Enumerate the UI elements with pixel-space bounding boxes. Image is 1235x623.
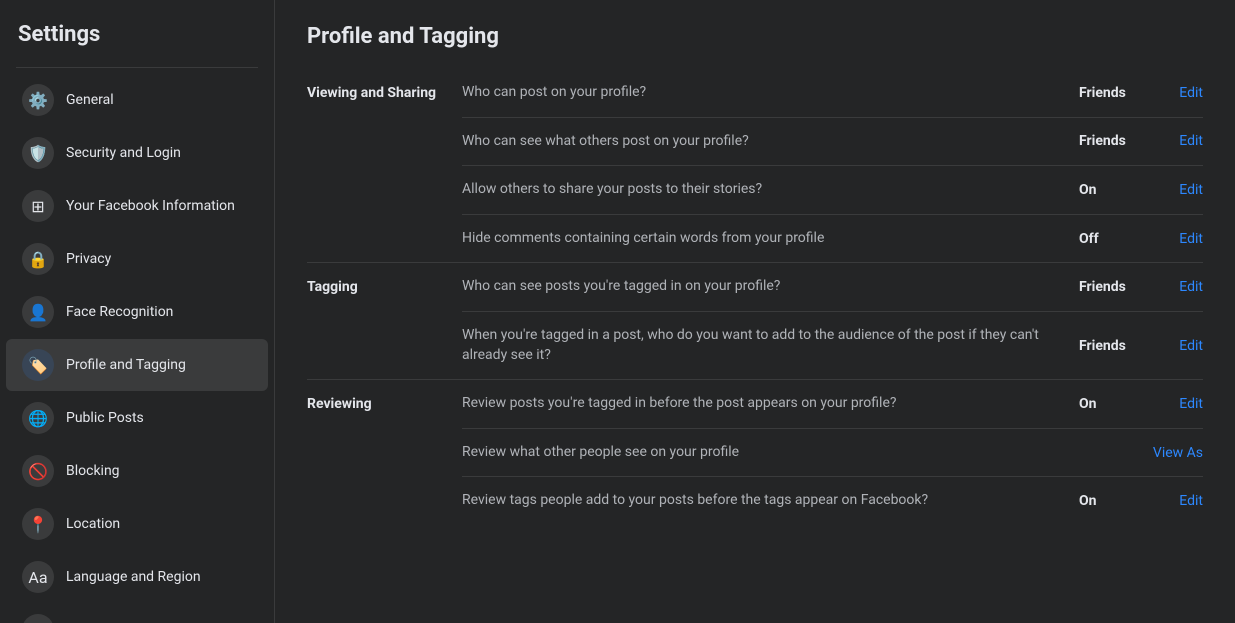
setting-action-edit[interactable]: Edit bbox=[1143, 493, 1203, 509]
setting-row: Who can post on your profile?FriendsEdit bbox=[462, 69, 1203, 117]
setting-description: Who can see posts you're tagged in on yo… bbox=[462, 277, 1063, 297]
section-tagging: TaggingWho can see posts you're tagged i… bbox=[307, 263, 1203, 380]
sidebar-item-facebook-info[interactable]: ⊞ Your Facebook Information bbox=[6, 180, 268, 232]
setting-action-edit[interactable]: Edit bbox=[1143, 279, 1203, 295]
location-icon: 📍 bbox=[22, 508, 54, 540]
sidebar-item-public-posts[interactable]: 🌐 Public Posts bbox=[6, 392, 268, 444]
blocking-icon: 🚫 bbox=[22, 455, 54, 487]
setting-value: On bbox=[1063, 493, 1143, 509]
facebook-info-icon: ⊞ bbox=[22, 190, 54, 222]
sidebar-item-general[interactable]: ⚙️ General bbox=[6, 74, 268, 126]
sidebar-item-security-login[interactable]: 🛡️ Security and Login bbox=[6, 127, 268, 179]
sidebar-item-stories[interactable]: 📖Stories bbox=[6, 604, 268, 623]
setting-row: Hide comments containing certain words f… bbox=[462, 214, 1203, 263]
section-viewing-sharing: Viewing and SharingWho can post on your … bbox=[307, 69, 1203, 263]
setting-row: Review posts you're tagged in before the… bbox=[462, 380, 1203, 428]
setting-value: Friends bbox=[1063, 85, 1143, 101]
setting-action-view-as[interactable]: View As bbox=[1137, 445, 1203, 461]
sidebar-item-face-recognition[interactable]: 👤 Face Recognition bbox=[6, 286, 268, 338]
setting-row: Who can see posts you're tagged in on yo… bbox=[462, 263, 1203, 311]
sidebar-item-label-public-posts: Public Posts bbox=[66, 410, 144, 426]
sidebar-divider bbox=[16, 67, 258, 68]
sidebar-item-label-facebook-info: Your Facebook Information bbox=[66, 198, 235, 214]
setting-value: Off bbox=[1063, 231, 1143, 247]
sidebar-item-privacy[interactable]: 🔒 Privacy bbox=[6, 233, 268, 285]
setting-row: Review what other people see on your pro… bbox=[462, 428, 1203, 477]
setting-value: Friends bbox=[1063, 338, 1143, 354]
general-icon: ⚙️ bbox=[22, 84, 54, 116]
sidebar-item-language-region[interactable]: Aa Language and Region bbox=[6, 551, 268, 603]
face-recognition-icon: 👤 bbox=[22, 296, 54, 328]
section-label-tagging: Tagging bbox=[307, 263, 462, 380]
setting-action-edit[interactable]: Edit bbox=[1143, 85, 1203, 101]
language-region-icon: Aa bbox=[22, 561, 54, 593]
setting-description: Allow others to share your posts to thei… bbox=[462, 180, 1063, 200]
setting-value: Friends bbox=[1063, 279, 1143, 295]
sidebar-item-label-face-recognition: Face Recognition bbox=[66, 304, 173, 320]
sidebar-item-profile-tagging[interactable]: 🏷️ Profile and Tagging bbox=[6, 339, 268, 391]
setting-value: On bbox=[1063, 182, 1143, 198]
sidebar-item-blocking[interactable]: 🚫 Blocking bbox=[6, 445, 268, 497]
setting-description: Who can see what others post on your pro… bbox=[462, 132, 1063, 152]
sidebar: Settings ⚙️ General 🛡️ Security and Login ⊞ Y… bbox=[0, 0, 275, 623]
main-content: Profile and Tagging Viewing and SharingW… bbox=[275, 0, 1235, 623]
page-heading: Profile and Tagging bbox=[307, 24, 1203, 49]
sidebar-title: Settings bbox=[0, 0, 274, 61]
sidebar-item-label-language-region: Language and Region bbox=[66, 569, 201, 585]
setting-action-edit[interactable]: Edit bbox=[1143, 338, 1203, 354]
setting-action-edit[interactable]: Edit bbox=[1143, 396, 1203, 412]
sidebar-item-label-profile-tagging: Profile and Tagging bbox=[66, 357, 186, 373]
setting-description: Hide comments containing certain words f… bbox=[462, 229, 1063, 249]
sidebar-item-label-location: Location bbox=[66, 516, 120, 532]
security-login-icon: 🛡️ bbox=[22, 137, 54, 169]
section-reviewing: ReviewingReview posts you're tagged in b… bbox=[307, 380, 1203, 525]
setting-value: On bbox=[1063, 396, 1143, 412]
settings-tbody: Viewing and SharingWho can post on your … bbox=[307, 69, 1203, 525]
section-rows-viewing-sharing: Who can post on your profile?FriendsEdit… bbox=[462, 69, 1203, 263]
section-label-reviewing: Reviewing bbox=[307, 380, 462, 525]
section-label-viewing-sharing: Viewing and Sharing bbox=[307, 69, 462, 263]
settings-table: Viewing and SharingWho can post on your … bbox=[307, 69, 1203, 525]
section-rows-reviewing: Review posts you're tagged in before the… bbox=[462, 380, 1203, 525]
setting-description: When you're tagged in a post, who do you… bbox=[462, 326, 1063, 365]
public-posts-icon: 🌐 bbox=[22, 402, 54, 434]
sidebar-item-label-general: General bbox=[66, 92, 114, 108]
profile-tagging-icon: 🏷️ bbox=[22, 349, 54, 381]
section-rows-tagging: Who can see posts you're tagged in on yo… bbox=[462, 263, 1203, 380]
setting-action-edit[interactable]: Edit bbox=[1143, 231, 1203, 247]
sidebar-item-label-blocking: Blocking bbox=[66, 463, 120, 479]
setting-description: Review tags people add to your posts bef… bbox=[462, 491, 1063, 511]
setting-description: Review what other people see on your pro… bbox=[462, 443, 1057, 463]
setting-row: Who can see what others post on your pro… bbox=[462, 117, 1203, 166]
setting-row: Review tags people add to your posts bef… bbox=[462, 476, 1203, 525]
setting-action-edit[interactable]: Edit bbox=[1143, 182, 1203, 198]
sidebar-item-label-privacy: Privacy bbox=[66, 251, 111, 267]
stories-icon: 📖 bbox=[22, 614, 54, 623]
setting-row: Allow others to share your posts to thei… bbox=[462, 165, 1203, 214]
setting-action-edit[interactable]: Edit bbox=[1143, 133, 1203, 149]
setting-value: Friends bbox=[1063, 133, 1143, 149]
sidebar-nav: ⚙️ General 🛡️ Security and Login ⊞ Your Faceb… bbox=[0, 74, 274, 623]
privacy-icon: 🔒 bbox=[22, 243, 54, 275]
sidebar-item-label-security-login: Security and Login bbox=[66, 145, 181, 161]
sidebar-item-location[interactable]: 📍 Location bbox=[6, 498, 268, 550]
setting-description: Who can post on your profile? bbox=[462, 83, 1063, 103]
setting-row: When you're tagged in a post, who do you… bbox=[462, 311, 1203, 379]
setting-description: Review posts you're tagged in before the… bbox=[462, 394, 1063, 414]
